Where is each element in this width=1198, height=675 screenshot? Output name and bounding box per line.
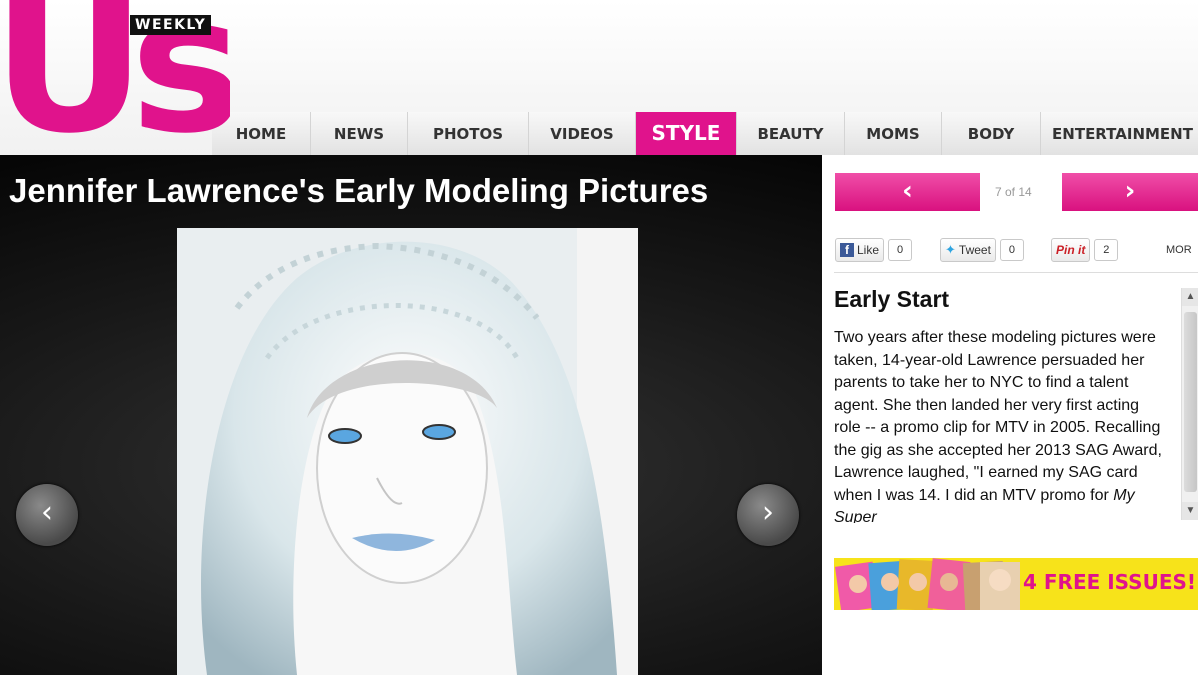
caption-text: Two years after these modeling pictures … [834, 327, 1168, 523]
gallery-next-button[interactable]: › [737, 484, 799, 546]
slide-counter: 7 of 14 [995, 185, 1032, 199]
nav-item-body[interactable]: BODY [942, 112, 1041, 155]
facebook-like-button[interactable]: f Like [835, 238, 885, 262]
nav-item-news[interactable]: NEWS [311, 112, 408, 155]
promo-label: 4 FREE ISSUES! [1023, 570, 1197, 594]
pin-count: 2 [1094, 239, 1119, 261]
main-nav: HOME NEWS PHOTOS VIDEOS STYLE BEAUTY MOM… [212, 112, 1198, 155]
next-slide-button[interactable]: › [1062, 173, 1198, 211]
caption-title: Early Start [834, 286, 950, 312]
scroll-down-arrow-icon[interactable]: ▼ [1182, 502, 1198, 520]
caption-scrollbar[interactable]: ▲ ▼ [1181, 288, 1198, 520]
prev-slide-button[interactable]: ‹ [835, 173, 980, 211]
weekly-label: WEEKLY [130, 15, 212, 35]
more-share-link[interactable]: MOR [1166, 244, 1192, 256]
scroll-up-arrow-icon[interactable]: ▲ [1182, 288, 1198, 306]
free-issues-promo[interactable]: 4 FREE ISSUES! [834, 558, 1198, 610]
nav-item-photos[interactable]: PHOTOS [408, 112, 529, 155]
arrow-left-icon: ‹ [902, 176, 913, 206]
nav-item-moms[interactable]: MOMS [845, 112, 942, 155]
arrow-right-icon: › [1124, 176, 1136, 206]
nav-item-style[interactable]: STYLE [636, 112, 737, 155]
sidebar-divider [834, 272, 1198, 273]
scroll-thumb[interactable] [1184, 312, 1197, 492]
nav-item-beauty[interactable]: BEAUTY [737, 112, 845, 155]
facebook-share: f Like 0 [835, 238, 913, 262]
gallery-title: Jennifer Lawrence's Early Modeling Pictu… [9, 172, 709, 209]
tweet-count: 0 [999, 239, 1024, 261]
twitter-bird-icon: ✦ [945, 242, 956, 257]
chevron-right-icon: › [762, 495, 774, 530]
pin-it-label: Pin it [1056, 243, 1086, 257]
gallery-photo[interactable] [177, 228, 638, 675]
chevron-left-icon: ‹ [41, 495, 53, 530]
nav-item-videos[interactable]: VIDEOS [529, 112, 636, 155]
twitter-share: ✦ Tweet 0 [940, 238, 1024, 262]
gallery-prev-button[interactable]: ‹ [16, 484, 78, 546]
pinterest-share: Pin it 2 [1051, 238, 1119, 262]
tweet-label: Tweet [958, 243, 991, 257]
pin-it-button[interactable]: Pin it [1051, 238, 1091, 262]
magazine-covers-image [834, 558, 1020, 610]
caption-body: Two years after these modeling pictures … [834, 329, 1162, 504]
facebook-like-label: Like [857, 243, 880, 257]
tweet-button[interactable]: ✦ Tweet [940, 238, 996, 262]
facebook-like-count: 0 [888, 239, 913, 261]
nav-item-entertainment[interactable]: ENTERTAINMENT [1041, 112, 1198, 155]
facebook-icon: f [840, 243, 854, 257]
